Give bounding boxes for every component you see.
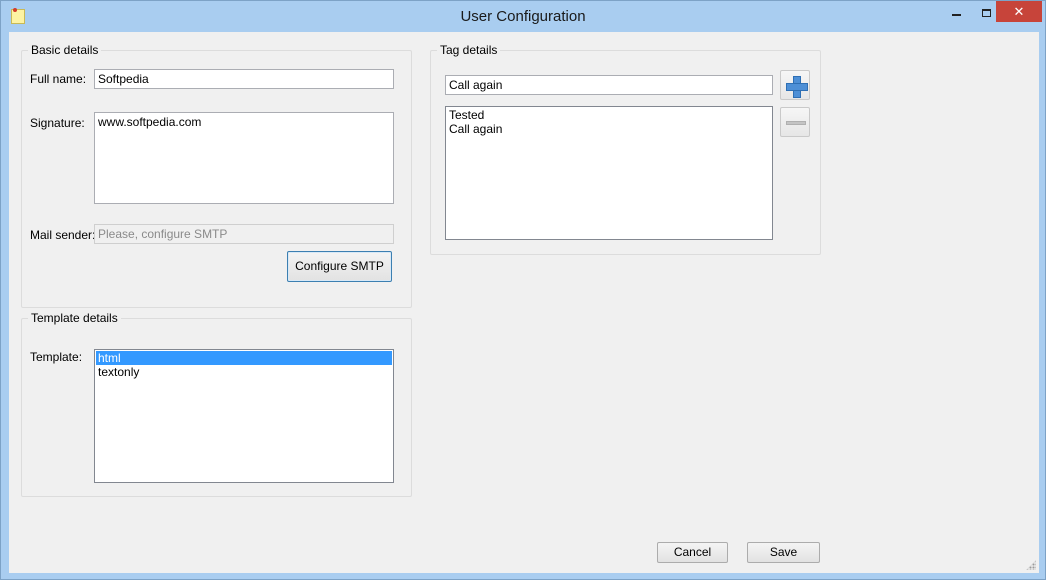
template-item-textonly[interactable]: textonly (96, 365, 392, 379)
tag-input[interactable]: Call again (445, 75, 773, 95)
mail-sender-label: Mail sender: (30, 228, 96, 242)
title-bar[interactable]: User Configuration ✕ (1, 1, 1045, 32)
basic-details-legend: Basic details (28, 43, 102, 57)
close-icon: ✕ (1013, 4, 1025, 19)
template-label: Template: (30, 350, 83, 364)
cancel-button[interactable]: Cancel (657, 542, 728, 563)
window-title: User Configuration (460, 8, 586, 25)
signature-label: Signature: (30, 116, 85, 130)
tag-item-call-again[interactable]: Call again (447, 122, 771, 136)
maximize-icon (981, 8, 991, 17)
add-tag-button[interactable] (780, 70, 810, 100)
full-name-label: Full name: (30, 72, 87, 86)
tag-details-legend: Tag details (437, 43, 501, 57)
minus-icon (786, 121, 806, 125)
configure-smtp-button[interactable]: Configure SMTP (287, 251, 392, 282)
mail-sender-field: Please, configure SMTP (94, 224, 394, 244)
minimize-icon (951, 13, 961, 16)
resize-grip-icon[interactable] (1026, 560, 1036, 570)
dialog-client-area: Basic details Full name: Softpedia Signa… (9, 32, 1039, 573)
plus-icon (786, 76, 808, 98)
tag-listbox[interactable]: Tested Call again (445, 106, 773, 240)
close-button[interactable]: ✕ (996, 1, 1042, 22)
template-details-legend: Template details (28, 311, 121, 325)
minimize-button[interactable] (939, 1, 973, 22)
user-configuration-window: User Configuration ✕ Basic details Full … (0, 0, 1046, 580)
template-listbox[interactable]: html textonly (94, 349, 394, 483)
signature-textarea[interactable]: www.softpedia.com (94, 112, 394, 204)
full-name-input[interactable]: Softpedia (94, 69, 394, 89)
remove-tag-button[interactable] (780, 107, 810, 137)
tag-item-tested[interactable]: Tested (447, 108, 771, 122)
save-button[interactable]: Save (747, 542, 820, 563)
template-item-html[interactable]: html (96, 351, 392, 365)
